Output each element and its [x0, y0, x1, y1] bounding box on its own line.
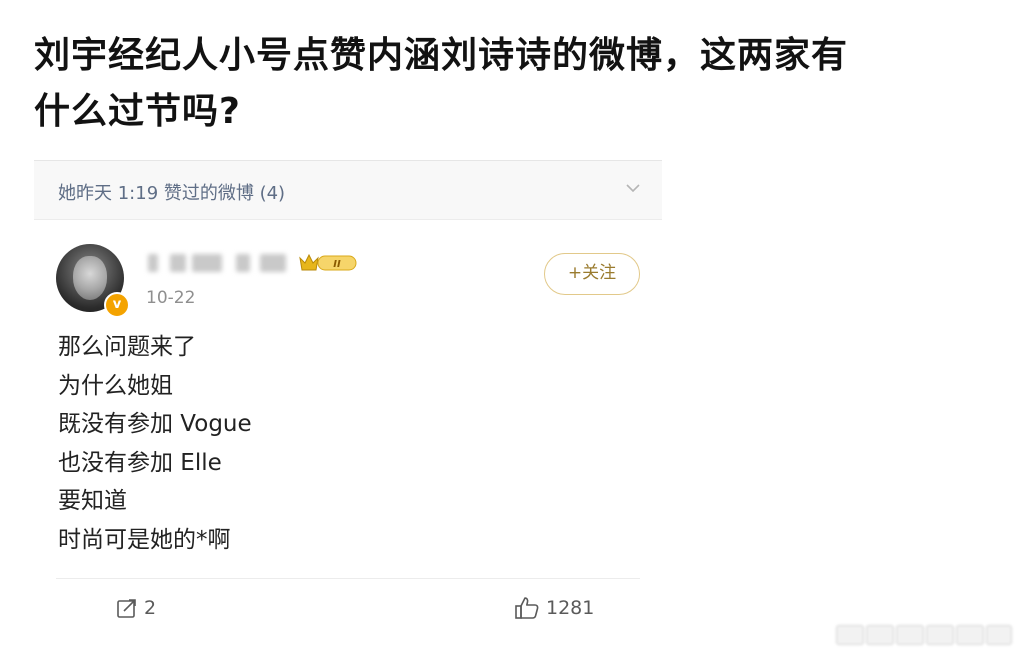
- watermark-blurred: [836, 622, 1012, 646]
- share-icon: [117, 598, 136, 618]
- like-count: 1281: [546, 596, 595, 619]
- liked-posts-label: 她昨天 1:19 赞过的微博 (4): [58, 183, 286, 204]
- verified-badge-icon: v: [104, 292, 130, 318]
- avatar-face: [73, 256, 107, 300]
- chevron-down-icon[interactable]: [624, 179, 642, 197]
- post-date: 10-22: [146, 288, 196, 308]
- follow-button[interactable]: +关注: [544, 253, 640, 295]
- repost-count: 2: [144, 596, 157, 619]
- post-line: 也没有参加 Elle: [58, 449, 222, 476]
- crown-level: II: [333, 259, 341, 270]
- post-line: 那么问题来了: [58, 334, 196, 360]
- post-line: 要知道: [58, 488, 127, 514]
- page: 刘宇经纪人小号点赞内涵刘诗诗的微博，这两家有 什么过节吗? 她昨天 1:19 赞…: [0, 0, 1020, 660]
- divider: [56, 578, 640, 579]
- question-title-line-2: 什么过节吗?: [34, 91, 241, 132]
- divider: [34, 219, 662, 220]
- post-line: 时尚可是她的*啊: [58, 526, 231, 553]
- post-line: 既没有参加 Vogue: [58, 411, 252, 437]
- embedded-weibo-screenshot: 她昨天 1:19 赞过的微博 (4) v II 10-22 +关注 那么问题来了: [34, 160, 662, 640]
- like-button[interactable]: 1281: [514, 594, 594, 620]
- username-blurred[interactable]: [144, 250, 292, 276]
- thumbs-up-icon: [515, 596, 539, 619]
- member-crown-badge-icon: II: [299, 253, 357, 271]
- post-body: 那么问题来了 为什么她姐 既没有参加 Vogue 也没有参加 Elle 要知道 …: [58, 328, 618, 559]
- question-title-line-1: 刘宇经纪人小号点赞内涵刘诗诗的微博，这两家有: [34, 35, 849, 76]
- liked-posts-header[interactable]: 她昨天 1:19 赞过的微博 (4): [34, 161, 662, 219]
- post-line: 为什么她姐: [58, 372, 173, 399]
- question-title[interactable]: 刘宇经纪人小号点赞内涵刘诗诗的微博，这两家有 什么过节吗?: [34, 28, 974, 140]
- repost-button[interactable]: 2: [116, 594, 156, 620]
